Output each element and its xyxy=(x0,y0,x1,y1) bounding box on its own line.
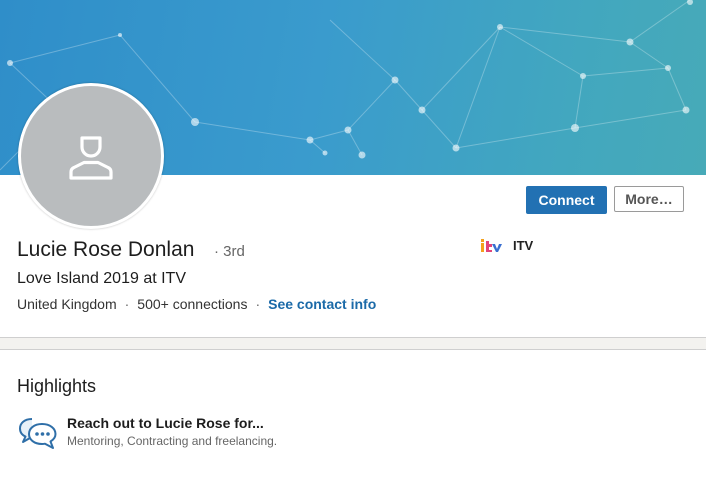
highlights-section: Highlights Reach out to Lucie Rose for..… xyxy=(0,349,706,487)
current-company[interactable]: ITV xyxy=(481,238,533,253)
highlight-item-title[interactable]: Reach out to Lucie Rose for... xyxy=(67,415,264,431)
itv-logo-icon xyxy=(481,238,502,252)
profile-top-card: Connect More… Lucie Rose Donlan · 3rd Lo… xyxy=(0,0,706,338)
profile-name: Lucie Rose Donlan xyxy=(17,238,195,261)
separator: · xyxy=(124,296,130,312)
connection-degree: · 3rd xyxy=(214,243,245,260)
company-name: ITV xyxy=(513,238,534,253)
highlights-title: Highlights xyxy=(17,376,97,396)
profile-headline: Love Island 2019 at ITV xyxy=(17,270,186,287)
avatar[interactable] xyxy=(18,83,164,229)
connections-count[interactable]: 500+ connections xyxy=(137,296,247,312)
location: United Kingdom xyxy=(17,296,117,312)
separator: · xyxy=(255,296,261,312)
chat-bubbles-icon xyxy=(19,418,57,449)
highlight-item-subtitle: Mentoring, Contracting and freelancing. xyxy=(67,434,278,448)
connect-button[interactable]: Connect xyxy=(526,186,607,214)
person-placeholder-icon xyxy=(69,136,113,180)
see-contact-info-link[interactable]: See contact info xyxy=(268,296,376,312)
more-button[interactable]: More… xyxy=(614,186,684,212)
profile-meta: United Kingdom · 500+ connections · See cont… xyxy=(17,296,376,312)
